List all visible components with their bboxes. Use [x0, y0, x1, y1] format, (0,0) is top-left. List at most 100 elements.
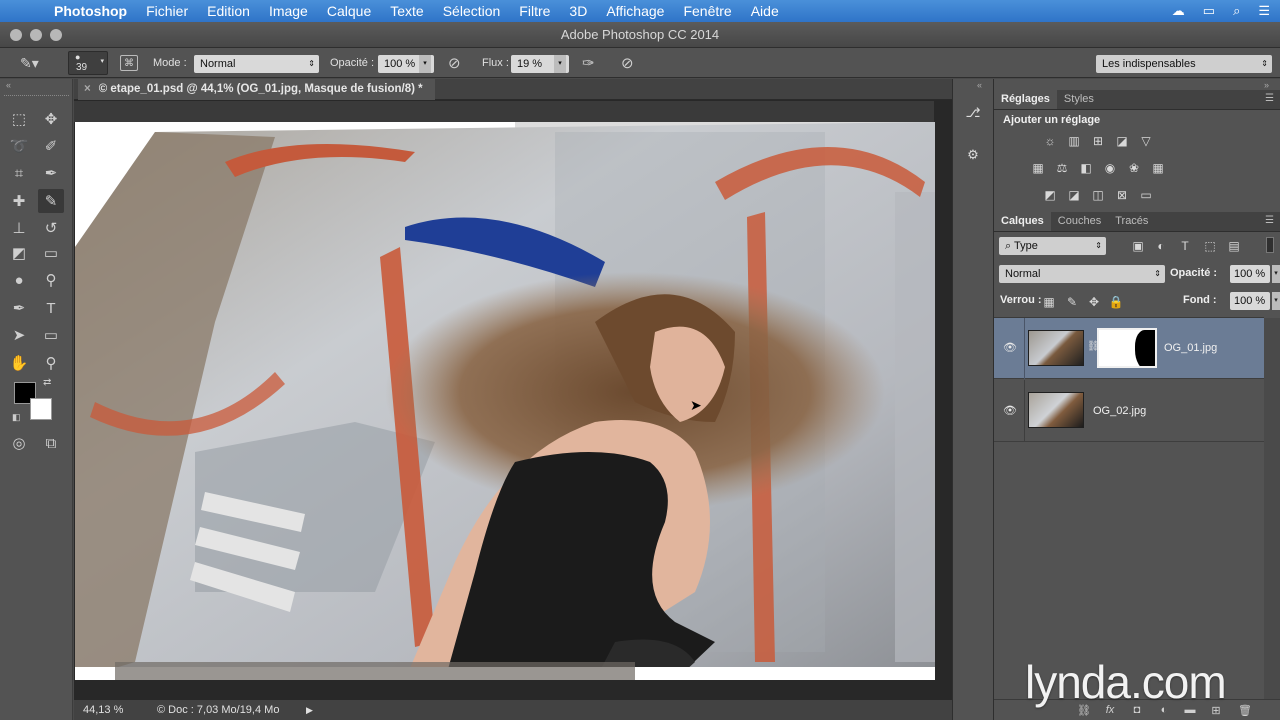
notification-list-icon[interactable]: ☰: [1258, 3, 1270, 19]
collapse-panel-icon[interactable]: «: [6, 80, 11, 90]
curves-icon[interactable]: ⊞: [1089, 134, 1107, 148]
move-tool-icon[interactable]: ✥: [38, 107, 64, 131]
lock-transparency-icon[interactable]: ▦: [1040, 295, 1058, 309]
layer-thumbnail[interactable]: [1028, 330, 1084, 366]
menu-calque[interactable]: Calque: [327, 3, 371, 19]
background-color-swatch[interactable]: [30, 398, 52, 420]
zoom-level[interactable]: 44,13 %: [83, 700, 123, 720]
threshold-icon[interactable]: ◫: [1089, 188, 1107, 202]
layer-thumbnail[interactable]: [1028, 392, 1084, 428]
mode-select[interactable]: Normal ⇕: [194, 54, 319, 74]
vibrance-icon[interactable]: ▽: [1137, 134, 1155, 148]
document-tab[interactable]: × © etape_01.psd @ 44,1% (OG_01.jpg, Masq…: [78, 79, 435, 100]
menu-aide[interactable]: Aide: [751, 3, 779, 19]
close-window-button[interactable]: [10, 29, 22, 41]
clone-stamp-tool-icon[interactable]: ⊥: [6, 216, 32, 240]
menu-fenetre[interactable]: Fenêtre: [683, 3, 731, 19]
posterize-icon[interactable]: ◪: [1065, 188, 1083, 202]
brightness-contrast-icon[interactable]: ☼: [1041, 134, 1059, 148]
tab-reglages[interactable]: Réglages: [994, 89, 1057, 109]
menu-3d[interactable]: 3D: [569, 3, 587, 19]
spotlight-search-icon[interactable]: ⌕: [1233, 3, 1240, 19]
pressure-size-icon[interactable]: ⊘: [621, 53, 634, 73]
gradient-map-icon[interactable]: ▭: [1137, 188, 1155, 202]
pen-tool-icon[interactable]: ✒: [6, 296, 32, 320]
lock-pixels-icon[interactable]: ✎: [1063, 295, 1081, 309]
creative-cloud-icon[interactable]: ☁: [1172, 3, 1185, 19]
default-colors-icon[interactable]: ◧: [12, 412, 21, 423]
lock-position-icon[interactable]: ✥: [1085, 295, 1103, 309]
tab-couches[interactable]: Couches: [1051, 211, 1108, 231]
chevron-down-icon[interactable]: ▾: [1272, 265, 1280, 283]
quick-selection-tool-icon[interactable]: ✐: [38, 134, 64, 158]
photo-filter-icon[interactable]: ◉: [1101, 161, 1119, 175]
trash-icon[interactable]: 🗑: [1237, 703, 1253, 717]
brush-tool-preset-icon[interactable]: ✎▾: [20, 53, 39, 73]
eye-icon[interactable]: 👁: [1002, 405, 1018, 417]
tab-styles[interactable]: Styles: [1057, 89, 1101, 109]
blend-mode-select[interactable]: Normal ⇕: [999, 265, 1165, 283]
filter-smart-object-icon[interactable]: ▤: [1225, 239, 1243, 253]
layers-scrollbar[interactable]: [1264, 318, 1280, 699]
history-brush-tool-icon[interactable]: ↺: [38, 216, 64, 240]
gradient-tool-icon[interactable]: ▭: [38, 241, 64, 265]
blur-tool-icon[interactable]: ●: [6, 268, 32, 292]
properties-panel-icon[interactable]: ⚙: [963, 147, 983, 165]
zoom-window-button[interactable]: [50, 29, 62, 41]
workspace-select[interactable]: Les indispensables ⇕: [1096, 54, 1272, 74]
eraser-tool-icon[interactable]: ◩: [6, 241, 32, 265]
airbrush-icon[interactable]: ✑: [582, 53, 595, 73]
color-lookup-icon[interactable]: ▦: [1149, 161, 1167, 175]
selective-color-icon[interactable]: ⊠: [1113, 188, 1131, 202]
flow-input[interactable]: 19 % ▾: [511, 54, 569, 74]
panel-menu-icon[interactable]: ☰: [1265, 93, 1274, 104]
black-white-icon[interactable]: ◧: [1077, 161, 1095, 175]
tab-traces[interactable]: Tracés: [1108, 211, 1155, 231]
close-tab-icon[interactable]: ×: [84, 83, 91, 95]
lasso-tool-icon[interactable]: ➰: [6, 134, 32, 158]
color-balance-icon[interactable]: ⚖: [1053, 161, 1071, 175]
brush-panel-toggle-icon[interactable]: ⌘: [120, 53, 138, 73]
chevron-down-icon[interactable]: ▾: [1272, 292, 1280, 310]
fill-input[interactable]: 100 %: [1230, 292, 1270, 310]
path-selection-tool-icon[interactable]: ➤: [6, 323, 32, 347]
layer-mask-thumbnail[interactable]: [1097, 328, 1157, 368]
menu-edition[interactable]: Edition: [207, 3, 250, 19]
screen-mode-icon[interactable]: ⧉: [38, 431, 64, 455]
menu-affichage[interactable]: Affichage: [606, 3, 664, 19]
layer-row-og01[interactable]: 👁 ⛓ OG_01.jpg: [994, 318, 1264, 379]
channel-mixer-icon[interactable]: ❀: [1125, 161, 1143, 175]
filter-pixel-icon[interactable]: ▣: [1129, 239, 1147, 253]
healing-brush-tool-icon[interactable]: ✚: [6, 189, 32, 213]
eyedropper-tool-icon[interactable]: ✒: [38, 161, 64, 185]
layer-opacity-input[interactable]: 100 %: [1230, 265, 1270, 283]
chevron-down-icon[interactable]: ▾: [554, 55, 566, 73]
history-panel-icon[interactable]: ⎇: [963, 105, 983, 123]
exposure-icon[interactable]: ◪: [1113, 134, 1131, 148]
tab-calques[interactable]: Calques: [994, 211, 1051, 231]
swap-colors-icon[interactable]: ⇄: [43, 377, 51, 388]
invert-icon[interactable]: ◩: [1041, 188, 1059, 202]
document-canvas[interactable]: ➤: [75, 122, 935, 680]
menu-fichier[interactable]: Fichier: [146, 3, 188, 19]
filter-toggle[interactable]: [1266, 237, 1274, 253]
menu-image[interactable]: Image: [269, 3, 308, 19]
display-icon[interactable]: ▭: [1203, 3, 1215, 19]
panel-grip[interactable]: [4, 95, 69, 97]
document-info[interactable]: © Doc : 7,03 Mo/19,4 Mo: [157, 700, 279, 720]
pressure-opacity-icon[interactable]: ⊘: [448, 53, 461, 73]
marquee-tool-icon[interactable]: ⬚: [6, 107, 32, 131]
opacity-input[interactable]: 100 % ▾: [378, 54, 434, 74]
brush-size-picker[interactable]: ● 39 ▾: [68, 51, 108, 75]
hand-tool-icon[interactable]: ✋: [6, 351, 32, 375]
chevron-down-icon[interactable]: ▾: [419, 55, 431, 73]
filter-adjustment-icon[interactable]: ◐: [1152, 239, 1170, 253]
menu-texte[interactable]: Texte: [390, 3, 423, 19]
type-tool-icon[interactable]: T: [38, 296, 64, 320]
crop-tool-icon[interactable]: ⌗: [6, 161, 32, 185]
minimize-window-button[interactable]: [30, 29, 42, 41]
levels-icon[interactable]: ▥: [1065, 134, 1083, 148]
hue-saturation-icon[interactable]: ▦: [1029, 161, 1047, 175]
brush-tool-icon[interactable]: ✎: [38, 189, 64, 213]
filter-shape-icon[interactable]: ⬚: [1201, 239, 1219, 253]
